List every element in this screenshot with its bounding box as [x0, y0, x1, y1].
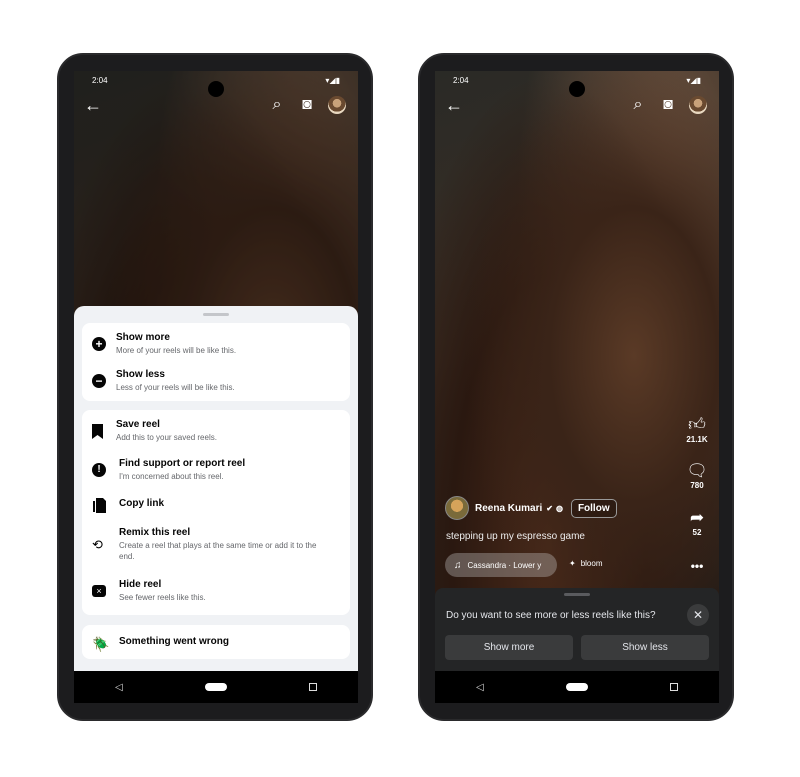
status-time: 2:04: [92, 76, 108, 85]
reel-owner: Reena Kumari ✔ ◍ Follow: [445, 496, 617, 520]
nav-back-icon[interactable]: ◁: [115, 682, 123, 693]
item-title: Show less: [116, 369, 165, 380]
plus-circle-icon: +: [92, 337, 106, 351]
avatar: [328, 96, 346, 114]
remix-icon: ⟲: [92, 536, 103, 552]
status-bar: 2:04 ▾◢▮: [453, 76, 701, 85]
effect-label[interactable]: ✦ bloom: [569, 559, 603, 568]
status-time: 2:04: [453, 76, 469, 85]
phone-left: 2:04 ▾◢▮ ← ⌕ ◙ + Show more More of your ree…: [57, 53, 373, 721]
nav-home-button[interactable]: [565, 683, 588, 691]
camera-icon[interactable]: ◙: [296, 95, 318, 115]
owner-avatar[interactable]: [445, 496, 469, 520]
item-title: Something went wrong: [119, 636, 229, 647]
item-subtitle: Less of your reels will be like this.: [116, 383, 235, 392]
owner-name[interactable]: Reena Kumari: [475, 503, 542, 514]
top-bar: ← ⌕ ◙: [445, 95, 709, 115]
item-title: Show more: [116, 332, 170, 343]
menu-item-copy-link[interactable]: Copy link: [92, 498, 340, 513]
prompt-question: Do you want to see more or less reels li…: [446, 610, 656, 621]
close-icon[interactable]: ✕: [687, 604, 709, 626]
thumbs-up-icon: 👍︎: [688, 415, 706, 434]
item-subtitle: I'm concerned about this reel.: [119, 472, 224, 481]
drag-handle[interactable]: [564, 593, 590, 596]
back-arrow-icon[interactable]: ←: [445, 95, 463, 116]
show-more-button[interactable]: Show more: [445, 635, 573, 660]
item-title: Hide reel: [119, 579, 162, 590]
minus-circle-icon: −: [92, 374, 106, 388]
status-icons: ▾◢▮: [686, 76, 701, 85]
menu-item-save-reel[interactable]: Save reel Add this to your saved reels.: [92, 419, 340, 443]
menu-item-report-reel[interactable]: ! Find support or report reel I'm concerne…: [92, 458, 340, 482]
sparkle-icon: ✦: [569, 559, 576, 568]
drag-handle[interactable]: [203, 313, 229, 316]
feedback-card: + Show more More of your reels will be lik…: [82, 323, 350, 401]
phone-right: 2:04 ▾◢▮ ← ⌕ ◙ 👍︎ 21.1K 🗨︎ 780 ➦ 52 ••• Reen…: [418, 53, 734, 721]
exclamation-circle-icon: !: [92, 463, 106, 477]
item-title: Save reel: [116, 419, 160, 430]
feedback-prompt-sheet: Do you want to see more or less reels li…: [435, 588, 719, 671]
copy-icon: [92, 498, 119, 513]
follow-button[interactable]: Follow: [570, 498, 617, 518]
share-button[interactable]: ➦ 52: [683, 508, 711, 537]
item-subtitle: Add this to your saved reels.: [116, 433, 217, 442]
item-subtitle: More of your reels will be like this.: [116, 346, 237, 355]
menu-item-remix-reel[interactable]: ⟲ Remix this reel Create a reel that plays…: [92, 527, 340, 562]
camera-icon[interactable]: ◙: [657, 95, 679, 115]
problem-card: 🪲 Something went wrong: [82, 625, 350, 659]
item-title: Remix this reel: [119, 527, 191, 538]
share-icon: ➦: [689, 508, 705, 527]
menu-item-show-less[interactable]: − Show less Less of your reels will be lik…: [92, 369, 340, 393]
nav-recents-icon[interactable]: [308, 683, 317, 691]
menu-item-something-went-wrong[interactable]: 🪲 Something went wrong: [92, 636, 340, 653]
avatar: [689, 96, 707, 114]
comment-count: 780: [690, 481, 704, 490]
music-note-icon: ♫: [454, 559, 462, 571]
android-nav-bar: ◁: [435, 671, 719, 703]
status-bar: 2:04 ▾◢▮: [92, 76, 340, 85]
music-pill[interactable]: ♫ Cassandra · Lower y: [445, 553, 557, 577]
nav-home-button[interactable]: [204, 683, 227, 691]
close-square-icon: ×: [92, 585, 106, 597]
top-bar: ← ⌕ ◙: [84, 95, 348, 115]
item-title: Copy link: [119, 498, 165, 509]
status-icons: ▾◢▮: [325, 76, 340, 85]
menu-item-show-more[interactable]: + Show more More of your reels will be lik…: [92, 332, 340, 356]
verified-icon: ✔: [546, 503, 553, 513]
more-options-icon[interactable]: •••: [683, 559, 711, 573]
nav-recents-icon[interactable]: [669, 683, 678, 691]
like-count: 21.1K: [686, 435, 708, 444]
profile-button[interactable]: [687, 95, 709, 115]
android-nav-bar: ◁: [74, 671, 358, 703]
screen: 2:04 ▾◢▮ ← ⌕ ◙ 👍︎ 21.1K 🗨︎ 780 ➦ 52 ••• Reen…: [435, 71, 719, 703]
effect-name: bloom: [580, 559, 603, 568]
globe-icon: ◍: [555, 503, 563, 513]
search-icon[interactable]: ⌕: [266, 95, 288, 115]
like-button[interactable]: 👍︎ 21.1K: [683, 414, 711, 444]
back-arrow-icon[interactable]: ←: [84, 95, 102, 116]
actions-card: Save reel Add this to your saved reels. !…: [82, 410, 350, 615]
item-subtitle: Create a reel that plays at the same tim…: [119, 541, 317, 561]
show-less-button[interactable]: Show less: [581, 635, 709, 660]
reel-options-sheet: + Show more More of your reels will be lik…: [74, 306, 358, 671]
bug-icon: 🪲: [92, 636, 110, 652]
item-subtitle: See fewer reels like this.: [119, 593, 206, 602]
item-title: Find support or report reel: [119, 458, 246, 469]
profile-button[interactable]: [326, 95, 348, 115]
share-count: 52: [692, 528, 702, 537]
reel-caption[interactable]: stepping up my espresso game: [446, 531, 585, 542]
comment-icon: 🗨︎: [686, 461, 708, 480]
music-title: Cassandra · Lower y: [467, 560, 542, 570]
comment-button[interactable]: 🗨︎ 780: [683, 461, 711, 490]
bookmark-icon: [92, 419, 116, 443]
screen: 2:04 ▾◢▮ ← ⌕ ◙ + Show more More of your ree…: [74, 71, 358, 703]
menu-item-hide-reel[interactable]: × Hide reel See fewer reels like this.: [92, 579, 340, 603]
search-icon[interactable]: ⌕: [627, 95, 649, 115]
nav-back-icon[interactable]: ◁: [476, 682, 484, 693]
